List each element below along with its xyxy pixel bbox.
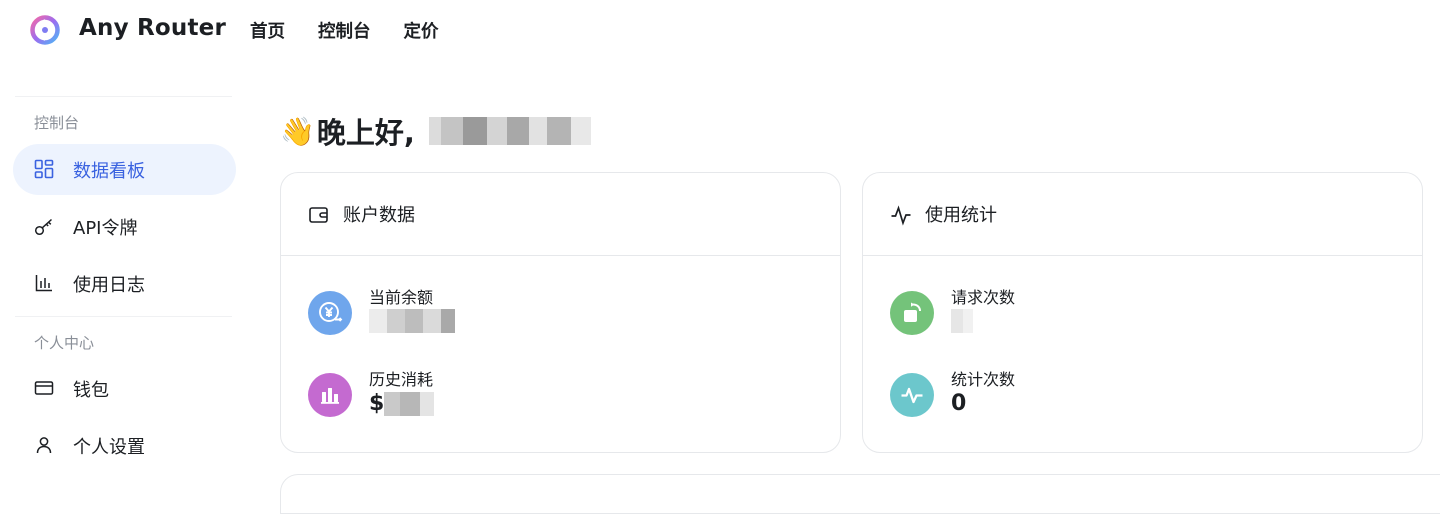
sidebar-divider	[15, 316, 232, 317]
redacted-username	[428, 117, 591, 145]
card-header: 账户数据	[281, 173, 840, 256]
sidebar-item-label: 钱包	[73, 379, 109, 401]
sidebar: 控制台 数据看板 API令牌 使用日志 个人中心 钱包 个人设置	[0, 62, 250, 494]
main-nav: 首页 控制台 定价	[250, 18, 439, 43]
activity-icon	[890, 204, 912, 226]
sidebar-item-label: 数据看板	[73, 160, 145, 182]
bar-chart-icon	[34, 273, 54, 293]
nav-console[interactable]: 控制台	[318, 18, 371, 43]
key-icon	[34, 216, 54, 236]
sidebar-item-dashboard[interactable]: 数据看板	[13, 144, 236, 195]
stat-label: 当前余额	[369, 288, 434, 307]
stat-label: 历史消耗	[369, 370, 434, 389]
rotate-icon	[890, 291, 934, 335]
nav-pricing[interactable]: 定价	[404, 18, 439, 43]
nav-home[interactable]: 首页	[250, 18, 285, 43]
sidebar-group-console-title: 控制台	[34, 114, 80, 132]
waving-hand-emoji: 👋	[280, 114, 315, 148]
stat-label: 统计次数	[951, 370, 1016, 389]
wallet-icon	[308, 204, 330, 226]
greeting-text: 晚上好,	[316, 116, 415, 150]
stat-label: 请求次数	[951, 288, 1016, 307]
sidebar-item-api-token[interactable]: API令牌	[13, 201, 236, 252]
top-navbar: Any Router 首页 控制台 定价	[0, 0, 1440, 62]
stat-value-redacted	[951, 309, 973, 333]
account-data-card: 账户数据 当前余额 历史消耗 $	[280, 172, 841, 453]
bar-chart-icon	[308, 373, 352, 417]
dashboard-icon	[34, 159, 54, 179]
brand-name[interactable]: Any Router	[79, 15, 226, 41]
stat-value: $	[369, 391, 435, 416]
currency-symbol: $	[369, 391, 385, 416]
greeting-heading: 👋 晚上好,	[280, 110, 591, 152]
sidebar-item-personal-settings[interactable]: 个人设置	[13, 420, 236, 471]
sidebar-item-label: API令牌	[73, 217, 138, 239]
sidebar-item-usage-log[interactable]: 使用日志	[13, 258, 236, 309]
usage-statistics-card: 使用统计 请求次数 统计次数 0	[862, 172, 1423, 453]
user-icon	[34, 435, 54, 455]
credit-card-icon	[34, 378, 54, 398]
sidebar-group-personal-title: 个人中心	[34, 334, 95, 352]
card-header: 使用统计	[863, 173, 1422, 256]
stat-value-redacted	[369, 309, 455, 333]
sidebar-item-label: 个人设置	[73, 436, 145, 458]
bottom-card-partial	[280, 474, 1440, 514]
card-title: 账户数据	[343, 205, 415, 226]
pulse-icon	[890, 373, 934, 417]
sidebar-divider	[15, 96, 232, 97]
stat-value: 0	[951, 391, 967, 416]
any-router-logo-icon[interactable]	[30, 15, 60, 45]
card-title: 使用统计	[925, 205, 997, 226]
sidebar-item-label: 使用日志	[73, 274, 145, 296]
yen-exchange-icon	[308, 291, 352, 335]
sidebar-item-wallet[interactable]: 钱包	[13, 363, 236, 414]
